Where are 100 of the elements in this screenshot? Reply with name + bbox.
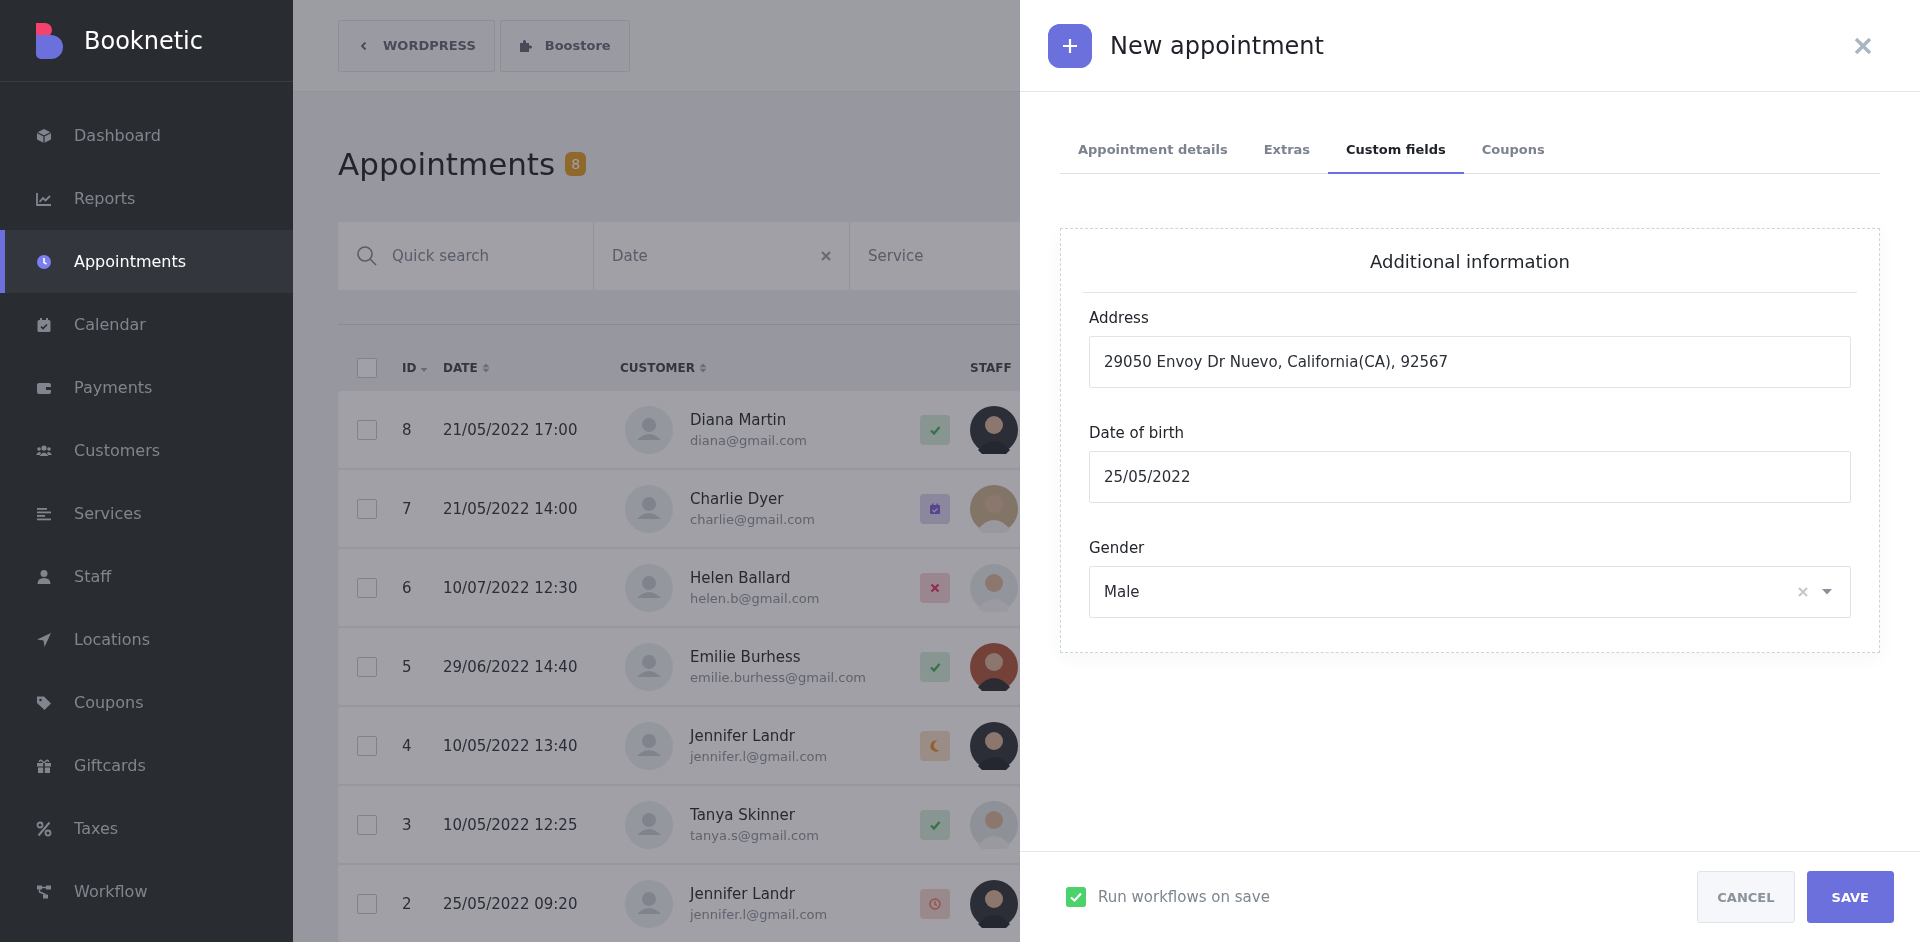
row-checkbox[interactable]: [357, 656, 377, 677]
row-checkbox[interactable]: [357, 498, 377, 519]
customer-name: Jennifer Landr: [690, 885, 797, 903]
puzzle-icon: [518, 38, 533, 53]
tab[interactable]: Custom fields: [1328, 128, 1464, 174]
field-label: Address: [1089, 309, 1150, 327]
sidebar-item[interactable]: Coupons: [0, 671, 293, 734]
avatar-icon: [625, 642, 673, 691]
avatar-icon: [625, 879, 673, 928]
table-row[interactable]: 8 21/05/2022 17:00 Diana Martin diana@gmail.com: [338, 391, 1020, 468]
date-cell-text: 10/05/2022 13:40: [443, 736, 579, 755]
id-cell-text: 6: [402, 578, 413, 597]
tag-icon: [36, 694, 52, 711]
sidebar-item[interactable]: Taxes: [0, 797, 293, 860]
checkbox[interactable]: [1066, 887, 1086, 907]
backdrop[interactable]: [293, 0, 1020, 942]
search-icon: [356, 245, 378, 267]
date-cell-text: 21/05/2022 17:00: [443, 420, 579, 439]
sort-icon: [698, 363, 707, 373]
customer-email: emilie.burhess@gmail.com: [690, 670, 868, 685]
avatar-icon: [625, 484, 673, 533]
customer-email: charlie@gmail.com: [690, 512, 816, 527]
clear-icon[interactable]: [821, 251, 831, 261]
avatar-icon: [625, 800, 673, 849]
select-all-checkbox[interactable]: [357, 358, 377, 378]
chart-icon: [36, 190, 52, 207]
sidebar-item[interactable]: Giftcards: [0, 734, 293, 797]
search-field[interactable]: Quick search: [338, 222, 594, 290]
sidebar-item[interactable]: Staff: [0, 545, 293, 608]
sidebar-item[interactable]: Dashboard: [0, 104, 293, 167]
customer-email: helen.b@gmail.com: [690, 591, 821, 606]
avatar-icon: [625, 405, 673, 454]
id-cell-text: 2: [402, 894, 413, 913]
date-cell-text: 21/05/2022 14:00: [443, 499, 579, 518]
column-header[interactable]: DATE: [443, 361, 478, 375]
avatar-icon: [625, 563, 673, 612]
sidebar-item[interactable]: Reports: [0, 167, 293, 230]
location-arrow-icon: [36, 631, 52, 648]
close-icon[interactable]: [1854, 36, 1872, 55]
date-filter[interactable]: Date: [594, 222, 850, 290]
input-field[interactable]: 29050 Envoy Dr Nuevo, California(CA), 92567: [1089, 336, 1851, 388]
table-row[interactable]: 6 10/07/2022 12:30 Helen Ballard helen.b@gmail.com: [338, 549, 1020, 626]
row-checkbox[interactable]: [357, 735, 377, 756]
field-label: Gender: [1089, 539, 1146, 557]
customer-name: Helen Ballard: [690, 569, 792, 587]
users-icon: [36, 442, 52, 459]
sidebar-item[interactable]: Payments: [0, 356, 293, 419]
page-title: Appointments: [338, 146, 556, 182]
checkbox-label: Run workflows on save: [1098, 888, 1271, 906]
row-checkbox[interactable]: [357, 419, 377, 440]
sort-icon: [481, 363, 490, 373]
customer-email: jennifer.l@gmail.com: [690, 907, 829, 922]
save-button[interactable]: SAVE: [1806, 871, 1894, 923]
table-row[interactable]: 7 21/05/2022 14:00 Charlie Dyer charlie@gmail.com: [338, 470, 1020, 547]
customer-name: Emilie Burhess: [690, 648, 802, 666]
input-field[interactable]: 25/05/2022: [1089, 451, 1851, 503]
customer-name: Charlie Dyer: [690, 490, 785, 508]
sidebar-item[interactable]: Appointments: [0, 230, 293, 293]
tab[interactable]: Appointment details: [1060, 128, 1246, 174]
row-checkbox[interactable]: [357, 893, 377, 914]
select-field[interactable]: Male: [1089, 566, 1851, 618]
back-button[interactable]: WORDPRESS: [338, 19, 495, 72]
logo-icon: [36, 22, 64, 59]
sidebar-item[interactable]: Services: [0, 482, 293, 545]
date-cell-text: 10/05/2022 12:25: [443, 815, 579, 834]
table-row[interactable]: 2 25/05/2022 09:20 Jennifer Landr jennifer.l@gmail.com: [338, 865, 1020, 942]
cancel-button[interactable]: CANCEL: [1697, 871, 1795, 923]
sidebar-item[interactable]: Workflow: [0, 860, 293, 923]
store-button[interactable]: Boostore: [499, 19, 630, 72]
id-cell-text: 8: [402, 420, 413, 439]
workflow-icon: [36, 883, 52, 900]
sidebar-item[interactable]: Customers: [0, 419, 293, 482]
table-row[interactable]: 4 10/05/2022 13:40 Jennifer Landr jennifer.l@gmail.com: [338, 707, 1020, 784]
row-checkbox[interactable]: [357, 814, 377, 835]
column-header[interactable]: CUSTOMER: [620, 361, 695, 375]
field-label: Date of birth: [1089, 424, 1186, 442]
customer-email: tanya.s@gmail.com: [690, 828, 820, 843]
id-cell-text: 5: [402, 657, 413, 676]
clear-icon[interactable]: [1798, 587, 1808, 597]
panel-title: New appointment: [1110, 31, 1325, 60]
date-cell-text: 25/05/2022 09:20: [443, 894, 579, 913]
row-checkbox[interactable]: [357, 577, 377, 598]
section-title: Additional information: [1083, 251, 1857, 293]
sidebar-item[interactable]: Calendar: [0, 293, 293, 356]
user-icon: [36, 568, 52, 585]
list-icon: [36, 505, 52, 522]
tab[interactable]: Coupons: [1463, 128, 1563, 174]
sidebar-item[interactable]: Locations: [0, 608, 293, 671]
customer-name: Tanya Skinner: [690, 806, 796, 824]
service-filter[interactable]: Service: [850, 222, 1020, 290]
column-header[interactable]: ID: [402, 361, 417, 375]
table-row[interactable]: 3 10/05/2022 12:25 Tanya Skinner tanya.s@gmail.com: [338, 786, 1020, 863]
table-row[interactable]: 5 29/06/2022 14:40 Emilie Burhess emilie.burhess@gmail.com: [338, 628, 1020, 705]
count-badge: 8: [565, 152, 587, 176]
brand-name: Booknetic: [84, 26, 203, 55]
avatar-icon: [625, 721, 673, 770]
gift-icon: [36, 757, 52, 774]
column-header[interactable]: STAFF: [970, 361, 1012, 375]
tab[interactable]: Extras: [1245, 128, 1329, 174]
id-cell-text: 4: [402, 736, 413, 755]
